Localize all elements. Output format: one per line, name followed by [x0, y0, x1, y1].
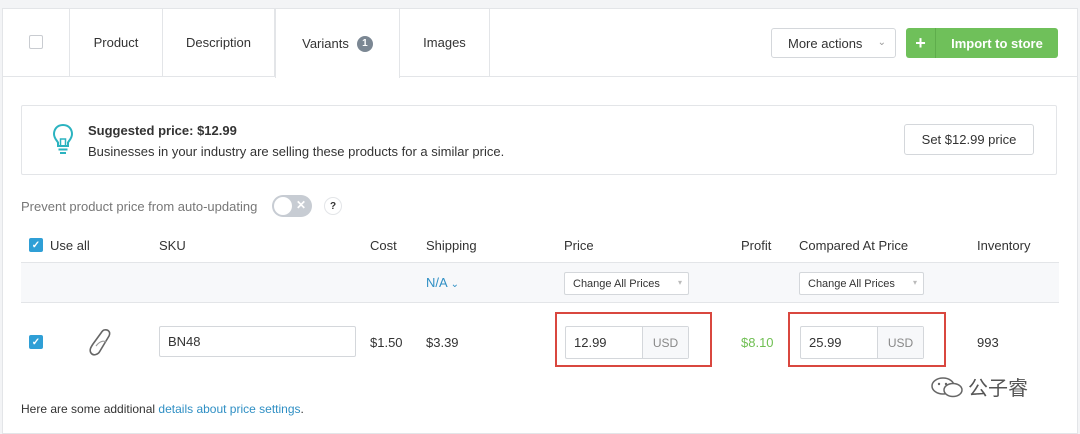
select-all-tab[interactable]	[3, 9, 70, 76]
header-profit: Profit	[741, 238, 772, 253]
change-all-prices-label: Change All Prices	[573, 277, 660, 290]
header-price: Price	[564, 238, 594, 253]
use-all-checkbox[interactable]: ✓	[29, 238, 43, 252]
compared-price-currency: USD	[877, 327, 923, 358]
suggested-price-box: Suggested price: $12.99 Businesses in yo…	[21, 105, 1057, 175]
footer-text: Here are some additional	[21, 402, 159, 416]
caret-icon: ▾	[677, 278, 682, 287]
shipping-method-select[interactable]: N/A ⌄	[426, 275, 459, 290]
sku-input[interactable]: BN48	[159, 326, 356, 357]
variant-row-checkbox[interactable]: ✓	[29, 335, 43, 349]
shipping-value: $3.39	[426, 335, 459, 350]
watermark: 公子睿	[930, 372, 1028, 401]
watermark-text: 公子睿	[968, 378, 1028, 400]
change-all-prices-select[interactable]: Change All Prices ▾	[564, 272, 689, 295]
select-all-checkbox[interactable]	[29, 35, 43, 49]
bulk-edit-row: N/A ⌄ Change All Prices ▾ Change All Pric…	[21, 262, 1059, 303]
header-use-all: Use all	[50, 238, 90, 253]
more-actions-label: More actions	[788, 35, 863, 51]
tab-label: Variants	[302, 36, 349, 51]
change-all-compared-label: Change All Prices	[808, 277, 895, 290]
compared-price-input-group[interactable]: 25.99 USD	[800, 326, 924, 359]
variants-count-badge: 1	[356, 35, 373, 52]
tab-bar: Product Description Variants 1 Images Mor…	[3, 9, 1077, 78]
inventory-value: 993	[977, 335, 999, 350]
more-actions-button[interactable]: More actions ⌄	[771, 28, 896, 58]
header-sku: SKU	[159, 238, 186, 253]
close-icon: ✕	[295, 198, 306, 212]
price-input[interactable]: 12.99	[566, 327, 642, 358]
cost-value: $1.50	[370, 335, 403, 350]
tab-variants[interactable]: Variants 1	[275, 9, 400, 78]
tab-label: Description	[185, 35, 252, 50]
price-input-group[interactable]: 12.99 USD	[565, 326, 689, 359]
variants-panel: Product Description Variants 1 Images Mor…	[2, 8, 1078, 434]
header-cost: Cost	[370, 238, 397, 253]
lightbulb-icon	[52, 123, 74, 154]
help-icon[interactable]: ?	[324, 197, 342, 215]
tab-label: Images	[423, 35, 466, 50]
caret-icon: ▾	[912, 278, 917, 287]
set-suggested-price-button[interactable]: Set $12.99 price	[904, 124, 1034, 155]
prevent-auto-update-label: Prevent product price from auto-updating	[21, 199, 258, 214]
footer-note: Here are some additional details about p…	[21, 402, 304, 416]
tab-description[interactable]: Description	[163, 9, 275, 76]
plus-icon: +	[906, 28, 936, 58]
profit-value: $8.10	[741, 335, 774, 350]
header-compared-at-price: Compared At Price	[799, 238, 909, 253]
compared-price-input[interactable]: 25.99	[801, 327, 877, 358]
price-currency: USD	[642, 327, 688, 358]
price-settings-link[interactable]: details about price settings	[158, 402, 300, 416]
header-inventory: Inventory	[977, 238, 1031, 253]
shipping-select-value: N/A	[426, 275, 447, 290]
change-all-compared-select[interactable]: Change All Prices ▾	[799, 272, 924, 295]
tab-product[interactable]: Product	[70, 9, 163, 76]
import-label: Import to store	[951, 35, 1043, 51]
import-to-store-button[interactable]: + Import to store	[906, 28, 1058, 58]
variant-thumbnail[interactable]	[86, 327, 114, 357]
chevron-down-icon: ⌄	[450, 279, 459, 290]
wechat-icon	[931, 376, 963, 397]
tab-images[interactable]: Images	[400, 9, 490, 76]
toggle-knob	[274, 197, 292, 215]
chevron-down-icon: ⌄	[877, 37, 886, 48]
suggested-price-description: Businesses in your industry are selling …	[88, 144, 505, 159]
footer-tail: .	[300, 402, 304, 416]
tab-label: Product	[93, 35, 139, 50]
header-shipping: Shipping	[426, 238, 477, 253]
suggested-price-title: Suggested price: $12.99	[88, 123, 237, 138]
prevent-auto-update-toggle[interactable]: ✕	[272, 195, 312, 217]
